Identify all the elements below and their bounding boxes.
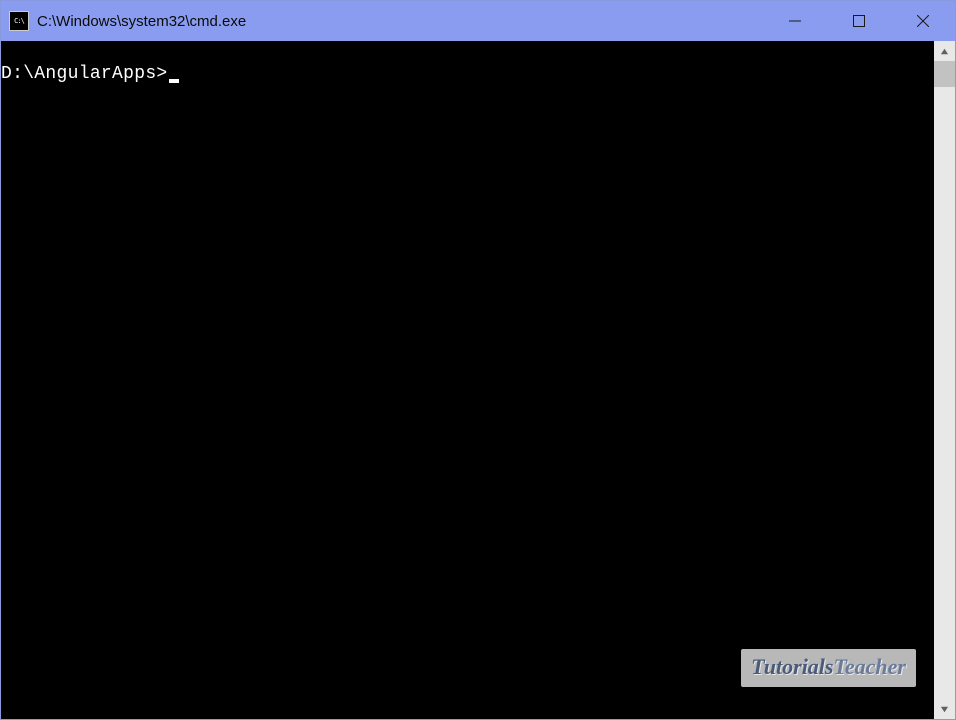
window-controls <box>763 1 955 41</box>
chevron-down-icon <box>940 705 949 714</box>
titlebar[interactable]: C:\ C:\Windows\system32\cmd.exe <box>1 1 955 41</box>
watermark-text: TutorialsTeacher <box>751 654 906 679</box>
scroll-down-button[interactable] <box>934 699 955 719</box>
prompt-text: D:\AngularApps> <box>1 64 168 84</box>
window-title: C:\Windows\system32\cmd.exe <box>37 13 763 30</box>
cmd-icon: C:\ <box>9 11 29 31</box>
scroll-thumb[interactable] <box>934 61 955 87</box>
terminal-area[interactable]: D:\AngularApps> TutorialsTeacher <box>1 41 934 719</box>
minimize-button[interactable] <box>763 1 827 41</box>
scroll-track[interactable] <box>934 61 955 699</box>
content-row: D:\AngularApps> TutorialsTeacher <box>1 41 955 719</box>
minimize-icon <box>789 15 801 27</box>
watermark-suffix: Teacher <box>833 654 906 679</box>
cmd-window: C:\ C:\Windows\system32\cmd.exe D:\Angul… <box>0 0 956 720</box>
close-icon <box>917 15 929 27</box>
chevron-up-icon <box>940 47 949 56</box>
close-button[interactable] <box>891 1 955 41</box>
vertical-scrollbar[interactable] <box>934 41 955 719</box>
scroll-up-button[interactable] <box>934 41 955 61</box>
maximize-button[interactable] <box>827 1 891 41</box>
cursor-icon <box>169 79 179 83</box>
maximize-icon <box>853 15 865 27</box>
prompt-line: D:\AngularApps> <box>1 64 179 84</box>
cmd-icon-glyph: C:\ <box>14 18 24 25</box>
watermark-badge: TutorialsTeacher <box>741 649 916 687</box>
watermark-prefix: Tutorials <box>751 654 833 679</box>
